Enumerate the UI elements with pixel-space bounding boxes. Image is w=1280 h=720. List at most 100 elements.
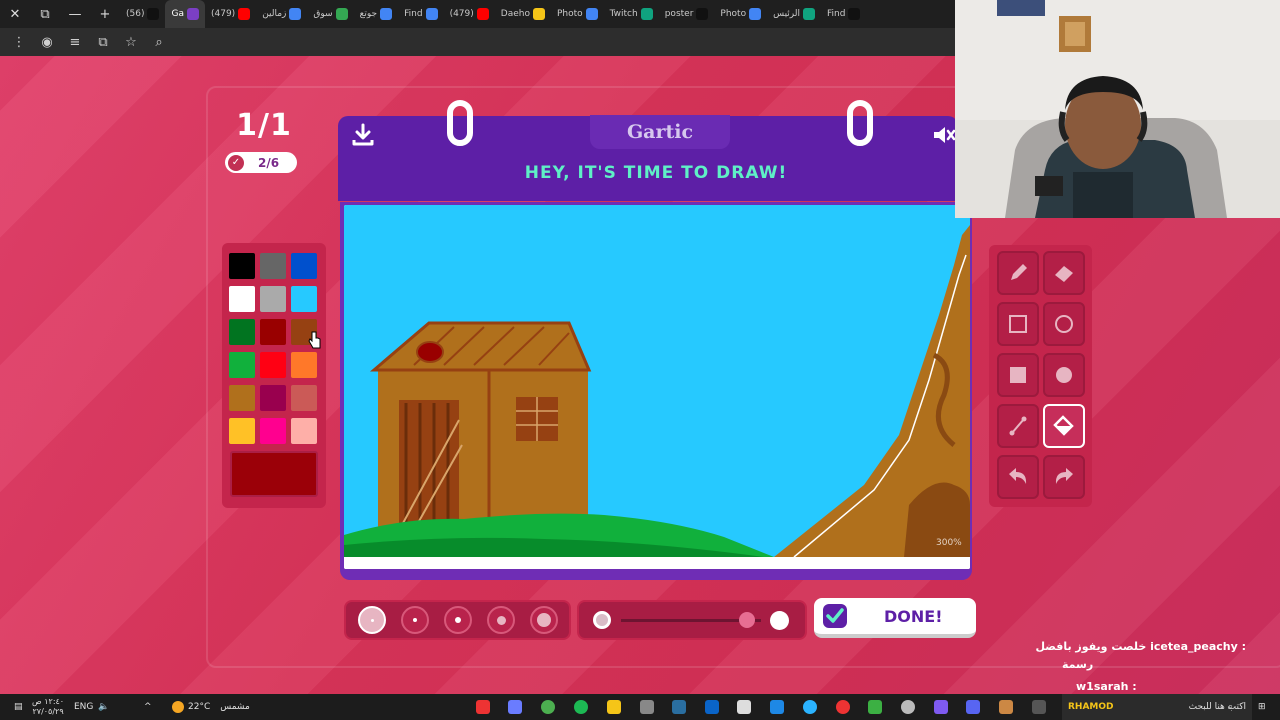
browser-tab[interactable]: (479) — [444, 0, 495, 28]
browser-tab[interactable]: Find — [821, 0, 866, 28]
tab-favicon-icon — [640, 8, 653, 20]
clock-time: ١٢:٤٠ ص — [32, 697, 65, 706]
notification-icon[interactable]: ▤ — [14, 694, 23, 720]
color-swatch[interactable] — [291, 253, 317, 279]
browser-tab[interactable]: (56) — [120, 0, 165, 28]
app-icon[interactable] — [901, 700, 915, 714]
app-icon[interactable] — [476, 700, 490, 714]
new-tab-button[interactable]: + — [90, 0, 120, 28]
brush-size-3[interactable] — [444, 606, 472, 634]
brush-size-2[interactable] — [401, 606, 429, 634]
color-swatch[interactable] — [260, 385, 286, 411]
color-swatch[interactable] — [260, 352, 286, 378]
fill-bucket-tool[interactable] — [1043, 404, 1085, 448]
stream-chat-overlay: خلصت ويفوز بافضل icetea_peachy : رسمة w1… — [1035, 638, 1280, 694]
browser-tab[interactable]: زمالين — [256, 0, 307, 28]
weather-widget[interactable]: 22°C مشمس — [172, 694, 250, 720]
color-swatch[interactable] — [229, 418, 255, 444]
profile-icon[interactable]: ◉ — [38, 35, 56, 50]
steam-icon[interactable] — [672, 700, 686, 714]
start-icon[interactable]: ⊞ — [1258, 694, 1266, 720]
browser-tab[interactable]: Daeho — [495, 0, 551, 28]
drawing-canvas[interactable] — [344, 205, 970, 569]
extensions-icon[interactable]: ⧉ — [94, 35, 112, 50]
bookmark-star-icon[interactable]: ☆ — [122, 35, 140, 50]
store-icon[interactable] — [737, 700, 751, 714]
brush-size-1[interactable] — [358, 606, 386, 634]
brush-size-4[interactable] — [487, 606, 515, 634]
tab-label: (479) — [210, 9, 236, 19]
zoom-icon[interactable]: ⌕ — [150, 35, 168, 50]
color-swatch[interactable] — [229, 352, 255, 378]
color-swatch[interactable] — [260, 286, 286, 312]
browser-tab[interactable]: Find — [398, 0, 443, 28]
clock[interactable]: ١٢:٤٠ ص ٢٧/٠٥/٢٩ — [32, 694, 64, 720]
close-window-icon[interactable]: ✕ — [0, 0, 30, 28]
app-icon[interactable] — [934, 700, 948, 714]
tab-search-icon[interactable]: ≡ — [66, 35, 84, 50]
color-swatch[interactable] — [291, 352, 317, 378]
undo-button[interactable] — [997, 455, 1039, 499]
browser-tab[interactable]: Ga — [165, 0, 205, 28]
line-icon — [1009, 416, 1027, 436]
color-swatch[interactable] — [229, 253, 255, 279]
browser-tab[interactable]: Photo — [551, 0, 604, 28]
app-icon[interactable] — [770, 700, 784, 714]
app-icon[interactable] — [999, 700, 1013, 714]
square-outline-icon — [1009, 315, 1027, 333]
sound-icon[interactable] — [932, 124, 956, 146]
tab-label: زمالين — [262, 9, 287, 19]
color-swatch[interactable] — [291, 418, 317, 444]
round-counter: 1/1 — [236, 108, 292, 143]
file-explorer-icon[interactable] — [607, 700, 621, 714]
download-icon[interactable] — [350, 122, 376, 148]
line-tool[interactable] — [997, 404, 1039, 448]
xbox-icon[interactable] — [868, 700, 882, 714]
browser-tab[interactable]: Twitch — [604, 0, 659, 28]
chrome-icon[interactable] — [541, 700, 555, 714]
circle-outline-tool[interactable] — [1043, 302, 1085, 346]
players-done-badge: ✓ 2/6 — [225, 152, 297, 173]
color-swatch[interactable] — [229, 319, 255, 345]
color-swatch[interactable] — [291, 286, 317, 312]
edge-icon[interactable] — [803, 700, 817, 714]
opacity-handle[interactable] — [739, 612, 755, 628]
app-icon[interactable] — [508, 700, 522, 714]
tray-expand-icon[interactable]: ^ — [144, 694, 152, 720]
browser-tab[interactable]: poster — [659, 0, 715, 28]
done-button[interactable]: DONE! — [814, 598, 976, 638]
rectangle-fill-tool[interactable] — [997, 353, 1039, 397]
menu-icon[interactable]: ⋮ — [10, 35, 28, 50]
app-icon[interactable] — [836, 700, 850, 714]
task-view-icon[interactable] — [1032, 700, 1046, 714]
search-icon[interactable]: ⌕ — [1228, 694, 1233, 720]
color-swatch[interactable] — [291, 385, 317, 411]
discord-icon[interactable] — [966, 700, 980, 714]
browser-tab[interactable]: Photo — [714, 0, 767, 28]
browser-tab[interactable]: (479) — [205, 0, 256, 28]
minimize-window-icon[interactable]: — — [60, 0, 90, 28]
eraser-tool[interactable] — [1043, 251, 1085, 295]
brush-size-5[interactable] — [530, 606, 558, 634]
language-indicator[interactable]: ENG — [74, 694, 93, 720]
settings-icon[interactable] — [640, 700, 654, 714]
browser-tab[interactable]: جوتع — [354, 0, 399, 28]
redo-button[interactable] — [1043, 455, 1085, 499]
color-swatch[interactable] — [260, 319, 286, 345]
browser-tab[interactable]: الرئيس — [767, 0, 821, 28]
mail-icon[interactable] — [705, 700, 719, 714]
taskbar-search[interactable]: RHAMOD اكتب هنا للبحث — [1062, 694, 1252, 720]
circle-fill-tool[interactable] — [1043, 353, 1085, 397]
color-swatch[interactable] — [229, 286, 255, 312]
tab-favicon-icon — [749, 8, 762, 20]
restore-window-icon[interactable]: ⧉ — [30, 0, 60, 28]
rectangle-outline-tool[interactable] — [997, 302, 1039, 346]
color-swatch[interactable] — [229, 385, 255, 411]
pencil-tool[interactable] — [997, 251, 1039, 295]
spotify-icon[interactable] — [574, 700, 588, 714]
opacity-slider[interactable] — [577, 600, 807, 640]
color-swatch[interactable] — [260, 253, 286, 279]
browser-tab[interactable]: سوق — [307, 0, 353, 28]
volume-icon[interactable]: 🔈 — [98, 694, 109, 720]
color-swatch[interactable] — [260, 418, 286, 444]
